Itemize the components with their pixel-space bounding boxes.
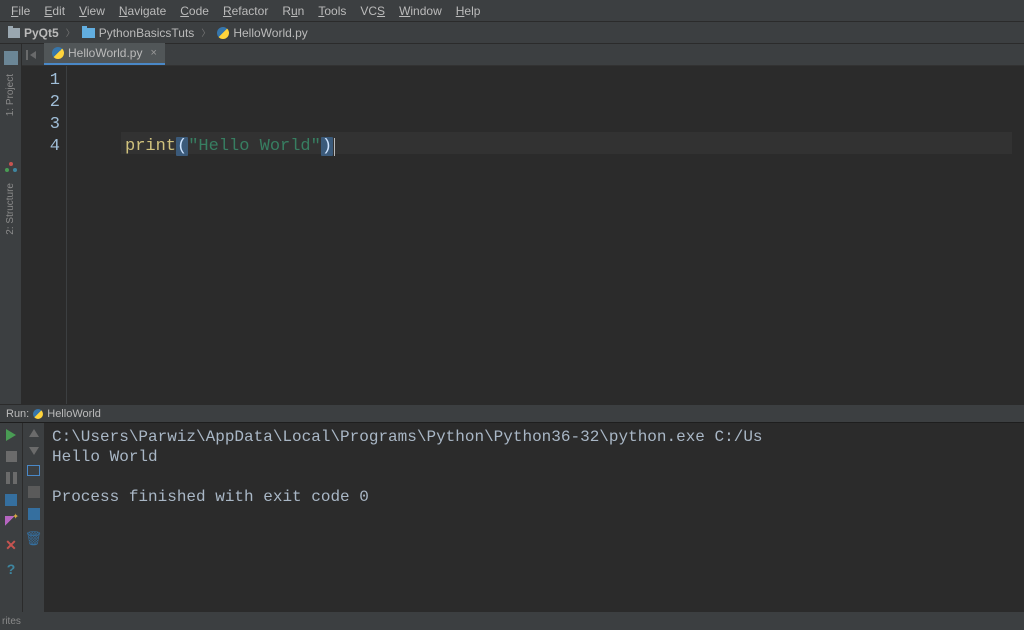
menu-file[interactable]: File	[4, 0, 37, 21]
menu-view[interactable]: View	[72, 0, 112, 21]
crumb-folder-label: PythonBasicsTuts	[99, 26, 195, 40]
crumb-file-label: HelloWorld.py	[233, 26, 307, 40]
menu-tools[interactable]: Tools	[311, 0, 353, 21]
tool-project[interactable]: 1: Project	[5, 68, 16, 122]
favorites-label-truncated[interactable]: rites	[2, 610, 21, 630]
console-output[interactable]: C:\Users\Parwiz\AppData\Local\Programs\P…	[44, 423, 1024, 612]
code-line: print("Hello World")	[125, 136, 1012, 158]
left-tool-strip: 1: Project 2: Structure	[0, 44, 22, 404]
console-line: C:\Users\Parwiz\AppData\Local\Programs\P…	[52, 428, 763, 446]
arrow-up-icon[interactable]	[29, 429, 39, 437]
code-line	[125, 92, 1012, 114]
tool-structure[interactable]: 2: Structure	[5, 177, 16, 241]
code-editor[interactable]: 1 2 3 4 print("Hello World")	[22, 66, 1024, 404]
tab-label: HelloWorld.py	[68, 46, 142, 60]
editor-marker-strip[interactable]	[1012, 66, 1024, 404]
line-number: 1	[38, 70, 60, 92]
python-file-icon	[217, 27, 229, 39]
console-line: Hello World	[52, 448, 158, 466]
code-token-paren: (	[176, 137, 188, 156]
code-token-paren: )	[321, 137, 333, 156]
arrow-down-icon[interactable]	[29, 447, 39, 455]
crumb-file[interactable]: HelloWorld.py	[213, 26, 311, 40]
line-number-gutter: 1 2 3 4	[38, 66, 66, 404]
menu-refactor[interactable]: Refactor	[216, 0, 275, 21]
print-icon[interactable]	[28, 508, 40, 520]
layout-icon[interactable]	[5, 494, 17, 506]
chevron-right-icon: 〉	[198, 26, 213, 39]
rerun-icon[interactable]	[6, 429, 16, 441]
scroll-to-end-icon[interactable]	[28, 486, 40, 498]
line-number: 4	[38, 136, 60, 158]
code-line	[125, 70, 1012, 92]
soft-wrap-icon[interactable]	[27, 465, 40, 476]
code-content[interactable]: print("Hello World")	[121, 66, 1012, 404]
chevron-right-icon: 〉	[63, 26, 78, 39]
menu-run[interactable]: Run	[275, 0, 311, 21]
folder-icon	[8, 28, 20, 38]
run-actions-primary: ✕ ?	[0, 423, 22, 612]
menu-navigate[interactable]: Navigate	[112, 0, 173, 21]
crumb-root[interactable]: PyQt5	[4, 26, 63, 40]
menu-window[interactable]: Window	[392, 0, 449, 21]
hint-gutter	[67, 66, 121, 404]
line-number: 2	[38, 92, 60, 114]
crumb-root-label: PyQt5	[24, 26, 59, 40]
breakpoint-gutter[interactable]	[22, 66, 38, 404]
run-actions-secondary: 🗑	[22, 423, 44, 612]
run-tool-window: ✕ ? 🗑 C:\Users\Parwiz\AppData\Local\Prog…	[0, 422, 1024, 612]
menu-help[interactable]: Help	[449, 0, 488, 21]
structure-tool-icon[interactable]	[4, 160, 18, 174]
bottom-tool-strip: rites	[0, 612, 1024, 630]
run-label: Run:	[6, 408, 29, 420]
code-token-fn: print	[125, 137, 176, 156]
project-tool-icon[interactable]	[4, 51, 18, 65]
text-caret	[334, 138, 335, 156]
menu-edit[interactable]: Edit	[37, 0, 72, 21]
console-line: Process finished with exit code 0	[52, 488, 369, 506]
python-file-icon	[52, 47, 64, 59]
crumb-folder[interactable]: PythonBasicsTuts	[78, 26, 199, 40]
help-icon[interactable]: ?	[7, 562, 16, 576]
trash-icon[interactable]: 🗑	[25, 530, 43, 547]
close-icon[interactable]: ×	[150, 47, 156, 59]
run-tool-header[interactable]: Run: HelloWorld	[0, 404, 1024, 422]
editor-tabs: HelloWorld.py ×	[22, 44, 1024, 66]
code-token-string: "Hello World"	[188, 137, 321, 156]
open-folder-icon	[82, 28, 95, 38]
python-file-icon	[33, 409, 43, 419]
menu-code[interactable]: Code	[173, 0, 216, 21]
toggle-sidebar-icon[interactable]	[26, 48, 40, 62]
run-config-name: HelloWorld	[47, 408, 101, 420]
breadcrumb: PyQt5 〉 PythonBasicsTuts 〉 HelloWorld.py	[0, 22, 1024, 44]
wand-icon[interactable]	[5, 516, 17, 528]
stop-icon[interactable]	[6, 451, 17, 462]
tab-active-file[interactable]: HelloWorld.py ×	[44, 43, 165, 65]
pause-icon[interactable]	[6, 472, 17, 484]
line-number: 3	[38, 114, 60, 136]
menu-vcs[interactable]: VCS	[353, 0, 392, 21]
close-icon[interactable]: ✕	[5, 538, 17, 552]
menu-bar: File Edit View Navigate Code Refactor Ru…	[0, 0, 1024, 22]
